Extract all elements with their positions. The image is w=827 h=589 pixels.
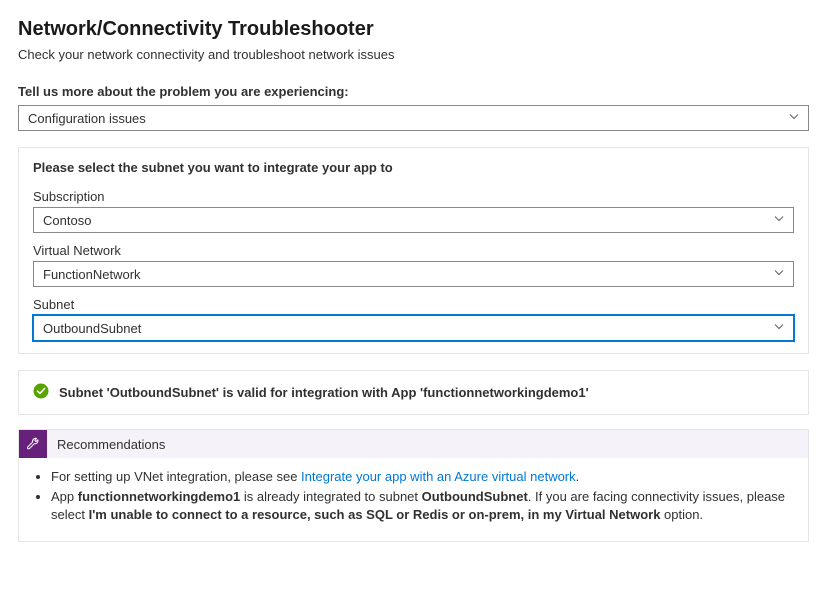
validation-status-text: Subnet 'OutboundSubnet' is valid for int…: [59, 385, 589, 400]
page-title: Network/Connectivity Troubleshooter: [18, 18, 809, 41]
vnet-dropdown[interactable]: FunctionNetwork: [33, 261, 794, 287]
vnet-label: Virtual Network: [33, 243, 794, 258]
option-name: I'm unable to connect to a resource, suc…: [89, 507, 661, 522]
app-name: functionnetworkingdemo1: [78, 489, 241, 504]
vnet-dropdown-value: FunctionNetwork: [43, 267, 141, 282]
chevron-down-icon: [773, 213, 785, 228]
check-circle-icon: [33, 383, 49, 402]
vnet-integration-link[interactable]: Integrate your app with an Azure virtual…: [301, 469, 576, 484]
chevron-down-icon: [773, 321, 785, 336]
problem-dropdown-value: Configuration issues: [28, 111, 146, 126]
subnet-dropdown[interactable]: OutboundSubnet: [33, 315, 794, 341]
wrench-icon: [19, 430, 47, 458]
subnet-dropdown-value: OutboundSubnet: [43, 321, 141, 336]
subscription-dropdown[interactable]: Contoso: [33, 207, 794, 233]
validation-status: Subnet 'OutboundSubnet' is valid for int…: [18, 370, 809, 415]
subnet-select-card: Please select the subnet you want to int…: [18, 147, 809, 354]
recommendations-body: For setting up VNet integration, please …: [19, 458, 808, 541]
subnet-name: OutboundSubnet: [422, 489, 528, 504]
chevron-down-icon: [788, 111, 800, 126]
recommendations-header: Recommendations: [19, 430, 808, 458]
subscription-label: Subscription: [33, 189, 794, 204]
subnet-label: Subnet: [33, 297, 794, 312]
subscription-dropdown-value: Contoso: [43, 213, 91, 228]
chevron-down-icon: [773, 267, 785, 282]
subnet-card-heading: Please select the subnet you want to int…: [33, 160, 794, 175]
problem-prompt: Tell us more about the problem you are e…: [18, 84, 809, 99]
problem-dropdown[interactable]: Configuration issues: [18, 105, 809, 131]
list-item: For setting up VNet integration, please …: [51, 468, 794, 486]
recommendations-title: Recommendations: [47, 430, 165, 458]
list-item: App functionnetworkingdemo1 is already i…: [51, 488, 794, 524]
page-subtitle: Check your network connectivity and trou…: [18, 47, 809, 62]
recommendations-card: Recommendations For setting up VNet inte…: [18, 429, 809, 542]
